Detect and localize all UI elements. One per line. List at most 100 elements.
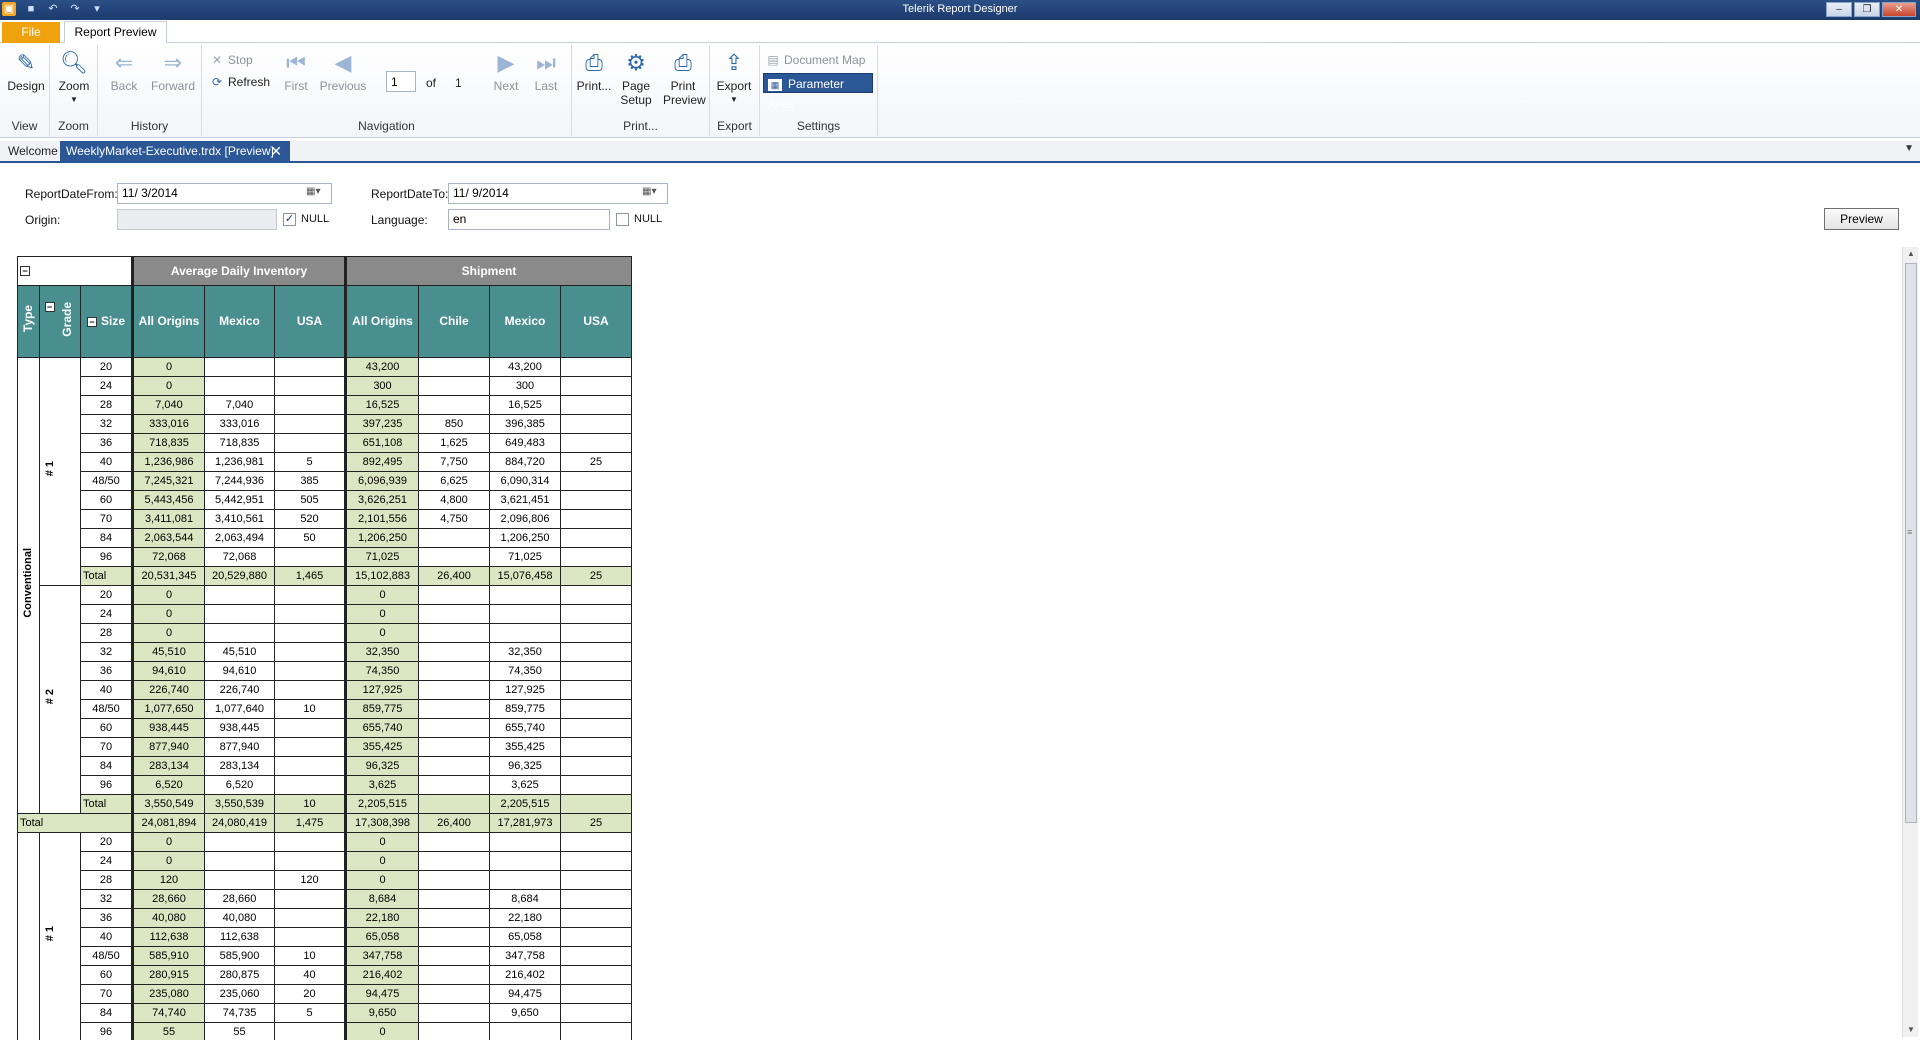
origin-field[interactable] xyxy=(117,209,277,230)
inventory-value-cell xyxy=(274,376,346,396)
shipment-value-cell: 8,684 xyxy=(344,889,419,909)
zoom-dropdown-icon: ▼ xyxy=(70,95,78,104)
parameter-area: ReportDateFrom: 11/ 3/2014 ▦▾ ReportDate… xyxy=(0,165,1920,245)
shipment-value-cell: 397,235 xyxy=(344,414,419,434)
last-page-button[interactable]: ⏭ Last xyxy=(528,49,564,93)
preview-button[interactable]: Preview xyxy=(1824,208,1899,230)
origin-null-checkbox[interactable]: ✓ xyxy=(283,213,296,226)
shipment-value-cell: 15,076,458 xyxy=(489,566,561,586)
next-page-button[interactable]: ▶ Next xyxy=(486,49,526,93)
calendar-icon[interactable]: ▦▾ xyxy=(306,186,328,201)
tab-report-preview[interactable]: Report Preview xyxy=(64,21,167,44)
shipment-value-cell xyxy=(560,414,632,434)
size-cell: 32 xyxy=(80,642,133,662)
inventory-value-cell xyxy=(274,737,346,757)
shipment-value-cell xyxy=(560,965,632,985)
size-cell: 36 xyxy=(80,661,133,681)
inventory-value-cell: 20 xyxy=(274,984,346,1004)
table-row: 70 235,080 235,060 20 94,475 94,475 xyxy=(18,984,632,1004)
size-cell: 60 xyxy=(80,718,133,738)
size-header[interactable]: − Size xyxy=(80,285,133,358)
type-total-row: Total 24,081,894 24,080,419 1,475 17,308,398… xyxy=(17,813,632,833)
scrollbar-thumb[interactable] xyxy=(1905,263,1917,823)
toggle-origin-header[interactable]: − Toggle Origin xyxy=(17,256,133,286)
page-setup-button[interactable]: ⚙ Page Setup xyxy=(616,49,656,107)
design-icon: ✎ xyxy=(16,50,36,75)
doc-tab-preview[interactable]: WeeklyMarket-Executive.trdx [Preview] ✕ xyxy=(60,141,290,163)
shipment-value-cell: 300 xyxy=(489,376,561,396)
inventory-value-cell: 2,063,544 xyxy=(131,528,205,548)
size-cell: 60 xyxy=(80,490,133,510)
inventory-value-cell xyxy=(204,832,275,852)
report-viewer[interactable]: − Toggle Origin Average Daily Inventory S… xyxy=(0,245,1900,1040)
calendar-icon[interactable]: ▦▾ xyxy=(642,186,664,201)
shipment-value-cell: 1,625 xyxy=(418,433,490,453)
forward-button[interactable]: ⇒ Forward xyxy=(148,49,198,93)
size-cell: 32 xyxy=(80,414,133,434)
vertical-scrollbar[interactable]: ▲ ≡ ▼ xyxy=(1902,247,1918,1037)
back-arrow-icon: ⇐ xyxy=(114,50,134,75)
page-number-input[interactable] xyxy=(386,71,416,92)
shipment-value-cell xyxy=(560,775,632,795)
grade-group-cell: # 1 xyxy=(39,357,81,586)
doc-tab-welcome[interactable]: Welcome xyxy=(2,141,64,161)
date-from-field[interactable]: 11/ 3/2014 ▦▾ xyxy=(117,183,332,204)
shipment-value-cell xyxy=(418,528,490,548)
scroll-up-icon[interactable]: ▲ xyxy=(1903,247,1919,261)
language-null-checkbox[interactable] xyxy=(616,213,629,226)
refresh-button[interactable]: ⟳ Refresh xyxy=(210,75,270,89)
shipment-value-cell xyxy=(489,604,561,624)
shipment-value-cell: 3,621,451 xyxy=(489,490,561,510)
inventory-value-cell: 938,445 xyxy=(204,718,275,738)
scroll-down-icon[interactable]: ▼ xyxy=(1903,1023,1919,1037)
shipment-value-cell: 300 xyxy=(344,376,419,396)
language-field[interactable]: en xyxy=(448,209,610,230)
group-view: ✎ Design View xyxy=(0,45,50,136)
page-setup-icon: ⚙ xyxy=(626,50,646,75)
first-page-button[interactable]: ⏮ First xyxy=(278,49,314,93)
shipment-value-cell xyxy=(418,889,490,909)
inventory-value-cell: 0 xyxy=(131,832,205,852)
shipment-value-cell: 94,475 xyxy=(344,984,419,1004)
collapse-icon[interactable]: − xyxy=(44,301,55,312)
zoom-button[interactable]: 🔍︎ Zoom ▼ xyxy=(54,49,94,107)
date-to-field[interactable]: 11/ 9/2014 ▦▾ xyxy=(448,183,668,204)
shipment-value-cell: 2,101,556 xyxy=(344,509,419,529)
shipment-value-cell: 0 xyxy=(344,585,419,605)
stop-button[interactable]: ✕ Stop xyxy=(210,53,253,67)
shipment-value-cell xyxy=(560,680,632,700)
tab-file[interactable]: File xyxy=(2,22,60,43)
close-window-button[interactable]: ✕ xyxy=(1882,2,1916,17)
collapse-icon[interactable]: − xyxy=(86,316,97,327)
total-label: Total xyxy=(17,813,133,833)
previous-page-button[interactable]: ◀ Previous xyxy=(316,49,370,93)
inventory-value-cell: 28,660 xyxy=(204,889,275,909)
inventory-value-cell: 333,016 xyxy=(131,414,205,434)
shipment-value-cell xyxy=(560,832,632,852)
inventory-value-cell: 74,740 xyxy=(131,1003,205,1023)
minimize-button[interactable]: – xyxy=(1826,2,1852,17)
design-button[interactable]: ✎ Design xyxy=(6,49,46,93)
shipment-value-cell: 6,090,314 xyxy=(489,471,561,491)
print-preview-button[interactable]: ⎙ Print Preview xyxy=(660,49,706,107)
back-button[interactable]: ⇐ Back xyxy=(104,49,144,93)
collapse-icon[interactable]: − xyxy=(20,265,30,276)
inventory-value-cell: 718,835 xyxy=(131,433,205,453)
first-page-icon: ⏮ xyxy=(286,50,306,75)
grade-header[interactable]: − Grade xyxy=(39,285,81,358)
tab-list-dropdown-icon[interactable]: ▼ xyxy=(1904,143,1914,154)
restore-button[interactable]: ❐ xyxy=(1854,2,1880,17)
shipment-value-cell xyxy=(560,946,632,966)
inventory-value-cell: 40,080 xyxy=(204,908,275,928)
shipment-value-cell: 22,180 xyxy=(489,908,561,928)
parameter-area-toggle[interactable]: ▦ Parameter Area xyxy=(763,73,873,111)
shipment-value-cell: 71,025 xyxy=(344,547,419,567)
shipment-value-cell xyxy=(560,756,632,776)
inventory-value-cell: 1,236,981 xyxy=(204,452,275,472)
shipment-value-cell xyxy=(418,376,490,396)
export-button[interactable]: ⇪ Export ▼ xyxy=(714,49,754,107)
shipment-value-cell: 16,525 xyxy=(344,395,419,415)
close-tab-icon[interactable]: ✕ xyxy=(270,141,282,161)
print-button[interactable]: ⎙ Print... xyxy=(574,49,614,93)
document-map-button[interactable]: ▤ Document Map xyxy=(766,53,865,67)
